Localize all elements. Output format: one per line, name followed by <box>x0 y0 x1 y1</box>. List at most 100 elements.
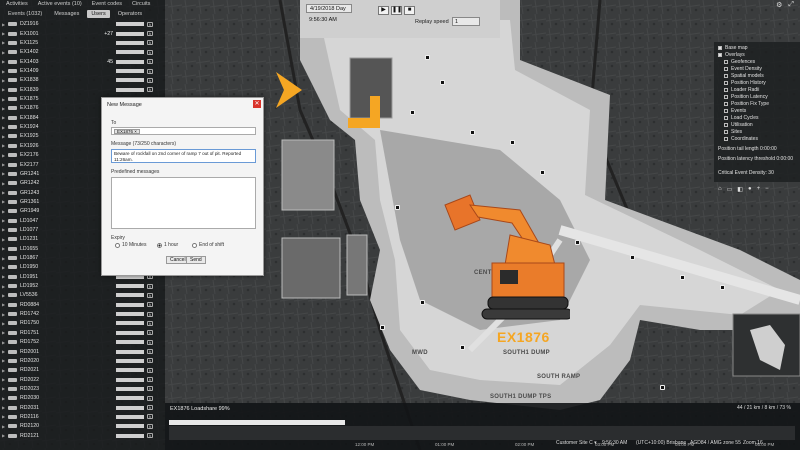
asset-row[interactable]: ▶ RD2030 h <box>0 394 165 403</box>
overlay-toggle[interactable]: Spatial models <box>724 73 764 79</box>
vehicle-marker[interactable] <box>440 80 445 85</box>
overlay-toggle[interactable]: Load Cycles <box>724 115 759 121</box>
vehicle-marker[interactable] <box>510 140 515 145</box>
asset-row[interactable]: ▶ LV5536 h <box>0 291 165 300</box>
vehicle-marker[interactable] <box>540 170 545 175</box>
status-icon[interactable]: h <box>147 77 153 83</box>
overlay-toggle[interactable]: Position History <box>724 80 766 86</box>
status-icon[interactable]: h <box>147 59 153 65</box>
status-icon[interactable]: h <box>147 49 153 55</box>
expand-icon[interactable]: ⤢ <box>788 1 794 9</box>
status-icon[interactable]: h <box>147 31 153 37</box>
overlay-toggle[interactable]: Geofences <box>724 59 755 65</box>
asset-row[interactable]: ▶ RD2020 h <box>0 357 165 366</box>
menu-circuits[interactable]: Circuits <box>132 0 150 9</box>
overlay-toggle[interactable]: Position Fix Type <box>724 101 769 107</box>
vehicle-marker[interactable] <box>660 385 665 390</box>
asset-row[interactable]: ▶ RD2023 h <box>0 385 165 394</box>
status-icon[interactable]: h <box>147 423 153 429</box>
asset-row[interactable]: ▶ RD1752 h <box>0 338 165 347</box>
vehicle-marker[interactable] <box>680 275 685 280</box>
message-textarea[interactable]: Beware of rockfall on 2nd corner of ramp… <box>111 149 256 163</box>
close-icon[interactable]: ✕ <box>253 100 261 108</box>
menu-active-events[interactable]: Active events (10) <box>38 0 82 9</box>
asset-row[interactable]: ▶ EX1839 h <box>0 85 165 94</box>
asset-row[interactable]: ▶ EX1001 +27 h <box>0 29 165 38</box>
tab-messages[interactable]: Messages <box>50 10 83 18</box>
asset-row[interactable]: ▶ RD0884 h <box>0 301 165 310</box>
vehicle-marker[interactable] <box>460 345 465 350</box>
status-icon[interactable]: h <box>147 320 153 326</box>
expiry-option-end-of-shift[interactable]: End of shift <box>192 242 224 248</box>
timeline-progress[interactable] <box>169 420 345 425</box>
status-icon[interactable]: h <box>147 339 153 345</box>
vehicle-marker[interactable] <box>575 240 580 245</box>
recipient-field[interactable]: EX1876 × <box>111 127 256 135</box>
stop-icon[interactable]: ■ <box>404 6 415 15</box>
status-icon[interactable]: h <box>147 405 153 411</box>
asset-row[interactable]: ▶ EX1838 h <box>0 76 165 85</box>
overlay-toggle[interactable]: Events <box>724 108 746 114</box>
tab-users[interactable]: Users <box>87 10 110 18</box>
vehicle-marker[interactable] <box>630 255 635 260</box>
timeline-track[interactable] <box>169 426 795 440</box>
status-icon[interactable]: h <box>147 311 153 317</box>
asset-row[interactable]: ▶ EX1125 h <box>0 39 165 48</box>
asset-row[interactable]: ▶ RD1751 h <box>0 329 165 338</box>
status-icon[interactable]: h <box>147 21 153 27</box>
vehicle-marker[interactable] <box>395 205 400 210</box>
status-icon[interactable]: h <box>147 386 153 392</box>
expiry-option-10-minutes[interactable]: 10 Minutes <box>115 242 146 248</box>
home-icon[interactable]: ⌂ <box>718 186 722 193</box>
asset-row[interactable]: ▶ EX1402 h <box>0 48 165 57</box>
toggle-base-map[interactable]: Base map <box>718 45 748 51</box>
vehicle-marker[interactable] <box>425 55 430 60</box>
send-button[interactable]: Send <box>186 256 206 264</box>
vehicle-marker[interactable] <box>420 300 425 305</box>
tab-operators[interactable]: Operators <box>114 10 146 18</box>
asset-row[interactable]: ▶ EX1409 h <box>0 67 165 76</box>
asset-row[interactable]: ▶ RD1742 h <box>0 310 165 319</box>
status-icon[interactable]: h <box>147 367 153 373</box>
status-icon[interactable]: h <box>147 358 153 364</box>
asset-row[interactable]: ▶ RD2021 h <box>0 366 165 375</box>
status-icon[interactable]: h <box>147 395 153 401</box>
menu-event-codes[interactable]: Event codes <box>92 0 122 9</box>
site-select[interactable]: Customer Site C ▾ <box>556 440 597 446</box>
overlay-toggle[interactable]: Utilisation <box>724 122 753 128</box>
asset-row[interactable]: ▶ LD1952 h <box>0 282 165 291</box>
asset-row[interactable]: ▶ RD2116 h <box>0 413 165 422</box>
status-icon[interactable]: h <box>147 292 153 298</box>
status-icon[interactable]: h <box>147 302 153 308</box>
expiry-option-1-hour[interactable]: 1 hour <box>157 242 178 248</box>
replay-speed-select[interactable]: 1 <box>452 17 480 26</box>
asset-row[interactable]: ▶ RD2022 h <box>0 375 165 384</box>
status-icon[interactable]: h <box>147 433 153 439</box>
ruler-icon[interactable]: ▭ <box>727 186 733 193</box>
status-icon[interactable]: h <box>147 330 153 336</box>
status-icon[interactable]: h <box>147 283 153 289</box>
excavator-icon[interactable] <box>440 185 570 325</box>
tab-events[interactable]: Events (1032) <box>4 10 46 18</box>
play-icon[interactable]: ▶ <box>378 6 389 15</box>
pin-icon[interactable]: ● <box>748 186 752 193</box>
vehicle-marker[interactable] <box>410 110 415 115</box>
zoom-in-icon[interactable]: + <box>757 186 761 193</box>
date-select[interactable]: 4/19/2018 Day <box>306 4 352 13</box>
vehicle-marker[interactable] <box>720 285 725 290</box>
status-icon[interactable]: h <box>147 414 153 420</box>
overlay-toggle[interactable]: Loader Radii <box>724 87 759 93</box>
asset-row[interactable]: ▶ RD2001 h <box>0 347 165 356</box>
toggle-overlays[interactable]: Overlays <box>718 52 745 58</box>
settings-icon[interactable]: ⚙ <box>776 1 782 9</box>
predefined-messages-list[interactable] <box>111 177 256 229</box>
asset-row[interactable]: ▶ RD2121 h <box>0 431 165 440</box>
pause-icon[interactable]: ❚❚ <box>391 6 402 15</box>
asset-row[interactable]: ▶ EX1403 45 h <box>0 57 165 66</box>
vehicle-marker[interactable] <box>380 325 385 330</box>
asset-row[interactable]: ▶ DZ1916 h <box>0 20 165 29</box>
asset-row[interactable]: ▶ RD1750 h <box>0 319 165 328</box>
menu-activities[interactable]: Activities <box>6 0 28 9</box>
status-icon[interactable]: h <box>147 377 153 383</box>
overlay-toggle[interactable]: Position Latency <box>724 94 768 100</box>
